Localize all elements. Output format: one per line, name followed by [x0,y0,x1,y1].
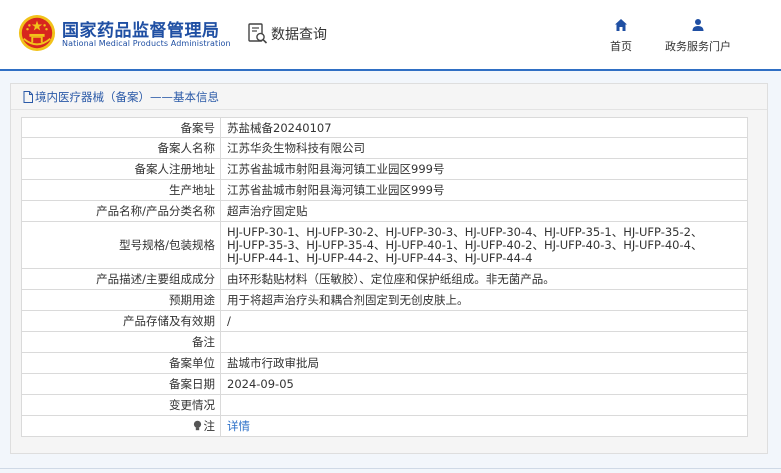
row-value [220,331,748,353]
row-label: 生产地址 [21,179,221,201]
table-row: 生产地址 江苏省盐城市射阳县海河镇工业园区999号 [21,179,748,201]
table-row: 备案人注册地址 江苏省盐城市射阳县海河镇工业园区999号 [21,158,748,180]
table-row: 产品名称/产品分类名称 超声治疗固定贴 [21,200,748,222]
row-label: 备案号 [21,117,221,138]
row-label: 备案人名称 [21,137,221,159]
table-row: 产品存储及有效期 / [21,310,748,332]
row-label: 预期用途 [21,289,221,311]
row-value: 苏盐械备20240107 [220,117,748,138]
nav-service-portal-label: 政务服务门户 [665,40,731,53]
row-label: 产品描述/主要组成成分 [21,268,221,290]
brand-title-en: National Medical Products Administration [62,39,231,48]
info-table: 备案号 苏盐械备20240107 备案人名称 江苏华灸生物科技有限公司 备案人注… [21,117,748,437]
row-label: 型号规格/包装规格 [21,221,221,269]
bulb-icon [193,420,201,431]
page-bottom-divider [0,468,781,473]
data-query-link[interactable]: 数据查询 [248,23,327,45]
row-label: 备案单位 [21,352,221,374]
row-value: 2024-09-05 [220,373,748,395]
table-row: 备注 [21,331,748,353]
document-search-icon [248,23,268,44]
row-value: 用于将超声治疗头和耦合剂固定到无创皮肤上。 [220,289,748,311]
row-value: 详情 [220,415,748,437]
row-label: 产品名称/产品分类名称 [21,200,221,222]
row-label: 产品存储及有效期 [21,310,221,332]
nav-home[interactable]: 首页 [610,18,632,54]
table-row: 变更情况 [21,394,748,416]
row-label: 备注 [21,331,221,353]
site-header: 国家药品监督管理局 National Medical Products Admi… [0,0,781,70]
table-row: 预期用途 用于将超声治疗头和耦合剂固定到无创皮肤上。 [21,289,748,311]
row-value: 江苏省盐城市射阳县海河镇工业园区999号 [220,158,748,180]
model-line: HJ-UFP-44-1、HJ-UFP-44-2、HJ-UFP-44-3、HJ-U… [227,250,533,265]
nav-service-portal[interactable]: 政务服务门户 [665,18,731,54]
table-row: 产品描述/主要组成成分 由环形黏贴材料（压敏胶）、定位座和保护纸组成。非无菌产品… [21,268,748,290]
table-row: 注 详情 [21,415,748,437]
table-row: 备案日期 2024-09-05 [21,373,748,395]
national-emblem-icon [18,14,56,52]
panel-title-text: 境内医疗器械（备案）——基本信息 [35,89,219,104]
row-value: 超声治疗固定贴 [220,200,748,222]
details-link[interactable]: 详情 [227,419,250,433]
row-value: 由环形黏贴材料（压敏胶）、定位座和保护纸组成。非无菌产品。 [220,268,748,290]
row-label-note: 注 [21,415,221,437]
document-icon [23,90,33,103]
row-value: 江苏省盐城市射阳县海河镇工业园区999号 [220,179,748,201]
row-value: 江苏华灸生物科技有限公司 [220,137,748,159]
model-line: HJ-UFP-30-1、HJ-UFP-30-2、HJ-UFP-30-3、HJ-U… [227,224,703,239]
panel-title: 境内医疗器械（备案）——基本信息 [11,84,767,110]
model-line: HJ-UFP-35-3、HJ-UFP-35-4、HJ-UFP-40-1、HJ-U… [227,237,703,252]
row-label: 备案人注册地址 [21,158,221,180]
row-value [220,394,748,416]
table-row: 备案单位 盐城市行政审批局 [21,352,748,374]
home-icon [615,19,627,31]
nav-home-label: 首页 [610,40,632,53]
brand-title-cn: 国家药品监督管理局 [62,21,220,41]
row-label: 变更情况 [21,394,221,416]
table-row: 型号规格/包装规格 HJ-UFP-30-1、HJ-UFP-30-2、HJ-UFP… [21,221,748,269]
table-row: 备案人名称 江苏华灸生物科技有限公司 [21,137,748,159]
row-value: / [220,310,748,332]
row-value: 盐城市行政审批局 [220,352,748,374]
table-row: 备案号 苏盐械备20240107 [21,117,748,138]
user-icon [692,19,704,31]
row-value-models: HJ-UFP-30-1、HJ-UFP-30-2、HJ-UFP-30-3、HJ-U… [220,221,748,269]
row-label: 备案日期 [21,373,221,395]
note-label: 注 [203,419,216,433]
data-query-label: 数据查询 [271,27,327,43]
